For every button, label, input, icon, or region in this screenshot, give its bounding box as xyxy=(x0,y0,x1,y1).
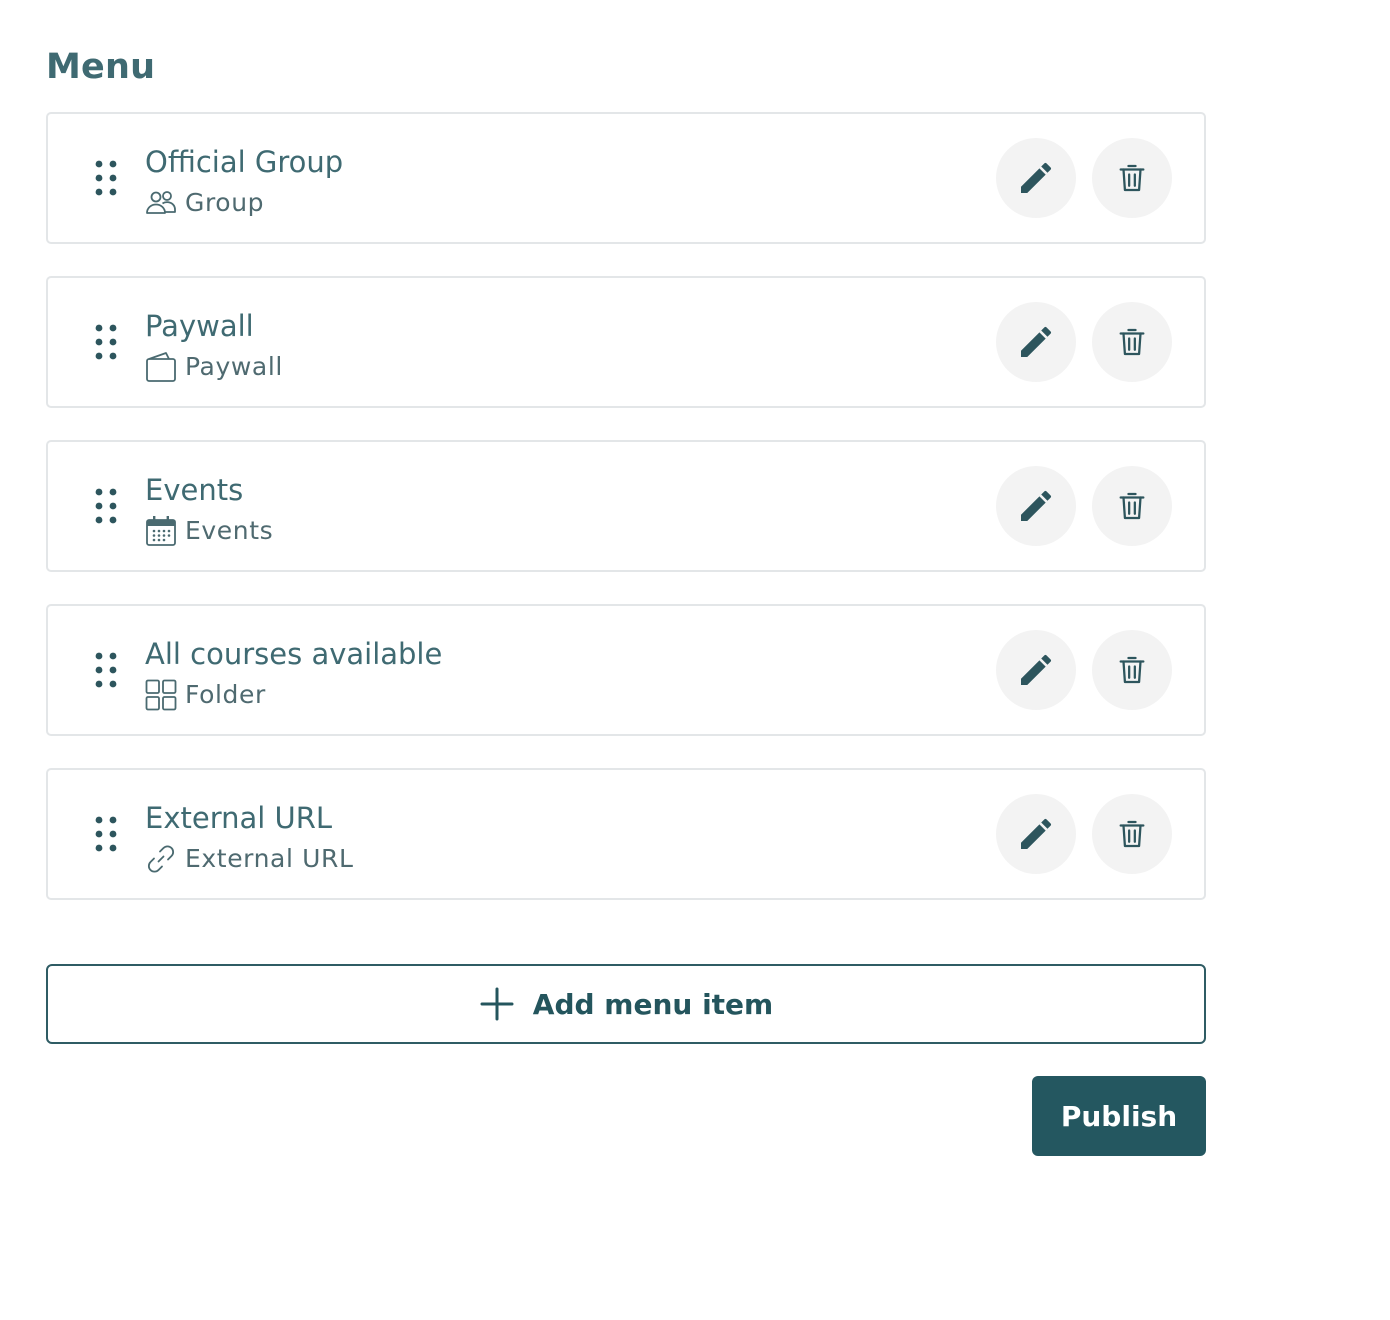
menu-item-label: Events xyxy=(145,473,244,507)
menu-item-label: Official Group xyxy=(145,145,344,179)
menu-item-label: Paywall xyxy=(145,309,254,343)
menu-item-label: All courses available xyxy=(145,637,443,671)
drag-handle-icon[interactable] xyxy=(92,322,120,362)
pencil-icon xyxy=(1016,486,1056,526)
menu-item: Paywall Paywall xyxy=(46,276,1206,408)
grid-icon xyxy=(145,679,177,711)
drag-handle-icon[interactable] xyxy=(92,814,120,854)
delete-button[interactable] xyxy=(1092,630,1172,710)
menu-item-type-label: Events xyxy=(185,516,274,545)
edit-button[interactable] xyxy=(996,794,1076,874)
trash-icon xyxy=(1115,489,1149,523)
menu-item-type: Group xyxy=(145,186,264,220)
trash-icon xyxy=(1115,817,1149,851)
calendar-icon xyxy=(145,515,177,547)
delete-button[interactable] xyxy=(1092,466,1172,546)
delete-button[interactable] xyxy=(1092,794,1172,874)
trash-icon xyxy=(1115,325,1149,359)
plus-icon xyxy=(480,987,514,1021)
edit-button[interactable] xyxy=(996,466,1076,546)
menu-item-type: External URL xyxy=(145,842,353,876)
trash-icon xyxy=(1115,653,1149,687)
drag-handle-icon[interactable] xyxy=(92,650,120,690)
edit-button[interactable] xyxy=(996,302,1076,382)
menu-item: Events Events xyxy=(46,440,1206,572)
menu-item-type-label: External URL xyxy=(185,844,354,873)
menu-item-type-label: Group xyxy=(185,188,265,217)
drag-handle-icon[interactable] xyxy=(92,486,120,526)
menu-item-type: Events xyxy=(145,514,273,548)
pencil-icon xyxy=(1016,650,1056,690)
delete-button[interactable] xyxy=(1092,302,1172,382)
pencil-icon xyxy=(1016,158,1056,198)
delete-button[interactable] xyxy=(1092,138,1172,218)
wallet-icon xyxy=(145,351,177,383)
menu-item: External URL External URL xyxy=(46,768,1206,900)
menu-item: Official Group Group xyxy=(46,112,1206,244)
menu-item-type-label: Paywall xyxy=(185,352,283,381)
edit-button[interactable] xyxy=(996,138,1076,218)
link-icon xyxy=(145,843,177,875)
add-menu-item-label: Add menu item xyxy=(532,987,774,1021)
menu-title: Menu xyxy=(46,47,156,87)
drag-handle-icon[interactable] xyxy=(92,158,120,198)
trash-icon xyxy=(1115,161,1149,195)
menu-item-type: Folder xyxy=(145,678,266,712)
menu-item: All courses available Folder xyxy=(46,604,1206,736)
menu-item-list: Official Group Group Paywall Paywall Eve… xyxy=(46,112,1206,932)
menu-item-type: Paywall xyxy=(145,350,283,384)
publish-button[interactable]: Publish xyxy=(1032,1076,1206,1156)
menu-item-label: External URL xyxy=(145,801,333,835)
pencil-icon xyxy=(1016,814,1056,854)
pencil-icon xyxy=(1016,322,1056,362)
menu-item-type-label: Folder xyxy=(185,680,266,709)
group-icon xyxy=(145,187,177,219)
edit-button[interactable] xyxy=(996,630,1076,710)
menu-editor-page: Menu Official Group Group Paywall Paywal… xyxy=(0,0,1390,1320)
add-menu-item-button[interactable]: Add menu item xyxy=(46,964,1206,1044)
